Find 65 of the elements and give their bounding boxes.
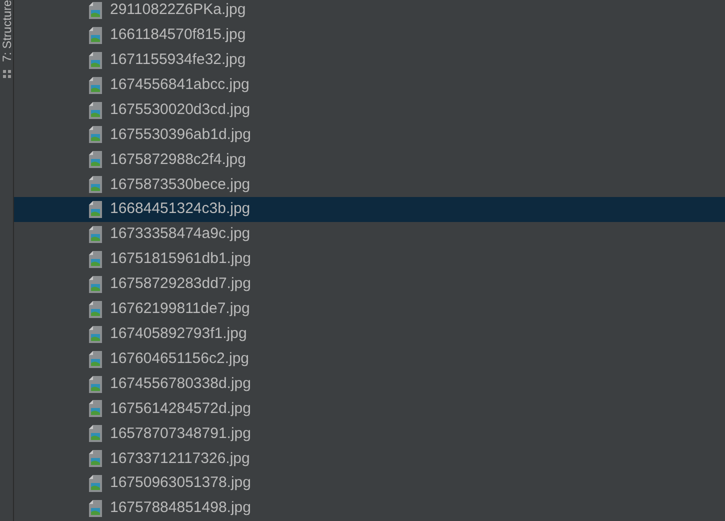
image-file-icon	[89, 326, 102, 343]
file-name: 16750963051378.jpg	[110, 473, 251, 494]
file-row[interactable]: 1674556841abcc.jpg	[14, 72, 725, 98]
image-file-icon	[89, 300, 102, 318]
structure-icon	[2, 70, 10, 78]
file-row[interactable]: 1671155934fe32.jpg	[14, 48, 725, 73]
file-name: 16758729283dd7.jpg	[110, 274, 251, 294]
structure-tab[interactable]: 7: Structure	[0, 0, 12, 64]
file-name: 16757884851498.jpg	[110, 498, 251, 518]
file-row[interactable]: 1675873530bece.jpg	[14, 172, 725, 198]
file-name: 16762199811de7.jpg	[110, 299, 250, 320]
image-file-icon	[89, 176, 102, 194]
image-file-icon	[89, 201, 102, 218]
file-row[interactable]: 167604651156c2.jpg	[14, 346, 725, 372]
file-name: 16578707348791.jpg	[110, 424, 251, 444]
image-file-icon	[89, 350, 102, 368]
file-row[interactable]: 16684451324c3b.jpg	[14, 197, 725, 222]
image-file-icon	[89, 376, 102, 393]
image-file-icon	[89, 52, 102, 69]
image-file-icon	[89, 500, 102, 518]
file-row[interactable]: 1675530396ab1d.jpg	[14, 122, 725, 148]
file-row[interactable]: 1661184570f815.jpg	[14, 22, 725, 48]
image-file-icon	[89, 102, 102, 119]
image-file-icon	[89, 276, 102, 293]
file-name: 1675614284572d.jpg	[110, 398, 251, 419]
file-name: 1674556780338d.jpg	[110, 374, 251, 394]
file-name: 16751815961db1.jpg	[110, 249, 251, 270]
image-file-icon	[89, 126, 102, 144]
image-file-icon	[89, 26, 102, 44]
file-name: 29110822Z6PKa.jpg	[110, 0, 246, 20]
file-name: 1675530396ab1d.jpg	[110, 124, 251, 145]
file-name: 1661184570f815.jpg	[110, 25, 246, 46]
file-row[interactable]: 16757884851498.jpg	[14, 496, 725, 521]
file-name: 16684451324c3b.jpg	[110, 199, 250, 220]
file-row[interactable]: 16762199811de7.jpg	[14, 296, 725, 322]
file-name: 1671155934fe32.jpg	[110, 50, 246, 70]
image-file-icon	[89, 400, 102, 418]
file-row[interactable]: 1675614284572d.jpg	[14, 396, 725, 422]
image-file-icon	[89, 76, 102, 94]
file-row[interactable]: 16750963051378.jpg	[14, 471, 725, 496]
file-name: 1675530020d3cd.jpg	[110, 100, 250, 120]
image-file-icon	[89, 151, 102, 168]
file-name: 1674556841abcc.jpg	[110, 74, 250, 95]
file-name: 16733358474a9c.jpg	[110, 224, 250, 244]
image-file-icon	[89, 251, 102, 268]
file-row[interactable]: 1675530020d3cd.jpg	[14, 98, 725, 123]
file-row[interactable]: 1675872988c2f4.jpg	[14, 147, 725, 172]
file-row[interactable]: 167405892793f1.jpg	[14, 322, 725, 347]
image-file-icon	[89, 475, 102, 492]
file-row[interactable]: 16733358474a9c.jpg	[14, 222, 725, 248]
file-row[interactable]: 29110822Z6PKa.jpg	[14, 0, 725, 23]
file-row[interactable]: 16758729283dd7.jpg	[14, 272, 725, 297]
image-file-icon	[89, 425, 102, 442]
file-row[interactable]: 1674556780338d.jpg	[14, 372, 725, 396]
file-row[interactable]: 16733712117326.jpg	[14, 446, 725, 472]
image-file-icon	[89, 226, 102, 244]
file-name: 167405892793f1.jpg	[110, 324, 247, 344]
file-name: 16733712117326.jpg	[110, 448, 250, 469]
image-file-icon	[89, 450, 102, 468]
file-row[interactable]: 16751815961db1.jpg	[14, 247, 725, 272]
image-file-icon	[89, 2, 102, 19]
file-row[interactable]: 16578707348791.jpg	[14, 421, 725, 446]
file-name: 167604651156c2.jpg	[110, 348, 250, 369]
file-name: 1675872988c2f4.jpg	[110, 150, 246, 170]
file-name: 1675873530bece.jpg	[110, 174, 250, 195]
